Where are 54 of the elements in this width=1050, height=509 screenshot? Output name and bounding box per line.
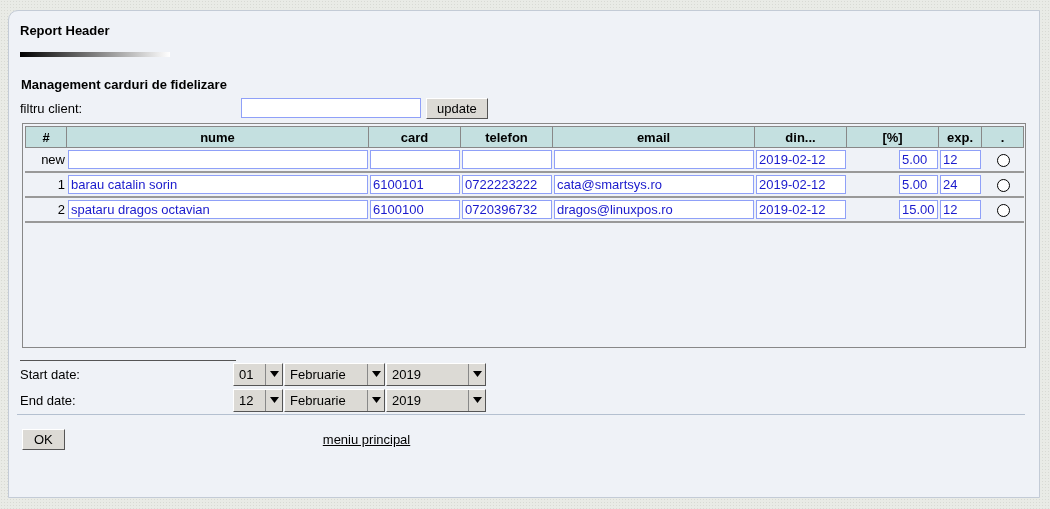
cell-input[interactable]: 12 [940, 150, 981, 169]
caret-icon [371, 397, 381, 403]
cell-input[interactable] [462, 150, 552, 169]
cell-input[interactable]: 6100100 [370, 200, 460, 219]
row-radio[interactable] [996, 179, 1010, 193]
cell-input[interactable]: 5.00 [899, 175, 938, 194]
cell-input[interactable] [554, 150, 754, 169]
section-title: Management carduri de fidelizare [21, 77, 228, 92]
cell-input[interactable]: 6100101 [370, 175, 460, 194]
cell-input[interactable]: spataru dragos octavian [68, 200, 368, 219]
column-header: card [369, 126, 461, 148]
cell-input[interactable]: 2019-02-12 [756, 150, 846, 169]
cell-input[interactable]: 0720396732 [462, 200, 552, 219]
column-header: telefon [461, 126, 553, 148]
update-button[interactable]: update [426, 97, 488, 119]
month-select[interactable]: Februarie [284, 362, 385, 386]
date-label: Start date: [20, 366, 81, 382]
column-header: [%] [847, 126, 939, 148]
caret-icon [269, 371, 279, 377]
caret-icon [371, 371, 381, 377]
caret-icon [472, 397, 482, 403]
cell-input[interactable]: 0722223222 [462, 175, 552, 194]
month-select[interactable]: Februarie [284, 388, 385, 412]
cell-input[interactable]: 15.00 [899, 200, 938, 219]
row-radio[interactable] [996, 154, 1010, 168]
row-radio[interactable] [996, 204, 1010, 218]
year-select[interactable]: 2019 [386, 388, 486, 412]
year-select[interactable]: 2019 [386, 362, 486, 386]
main-menu-link[interactable]: meniu principal [322, 432, 411, 447]
filter-label: filtru client: [20, 100, 84, 116]
column-header: exp. [939, 126, 982, 148]
cell-input[interactable]: 12 [940, 200, 981, 219]
cell-input[interactable]: 5.00 [899, 150, 938, 169]
cell-input[interactable]: dragos@linuxpos.ro [554, 200, 754, 219]
column-header: din... [755, 126, 847, 148]
report-title: Report Header [20, 23, 111, 40]
column-header: # [25, 126, 67, 148]
cell-input[interactable] [370, 150, 460, 169]
caret-icon [269, 397, 279, 403]
cell-input[interactable]: 2019-02-12 [756, 200, 846, 219]
column-header: email [553, 126, 755, 148]
cell-input[interactable] [68, 150, 368, 169]
cell-input[interactable]: cata@smartsys.ro [554, 175, 754, 194]
cell-input[interactable]: 24 [940, 175, 981, 194]
cell-input[interactable]: 2019-02-12 [756, 175, 846, 194]
day-select[interactable]: 12 [233, 388, 283, 412]
filter-input[interactable] [241, 98, 421, 118]
column-header: . [982, 126, 1024, 148]
cell-input[interactable]: barau catalin sorin [68, 175, 368, 194]
column-header: nume [67, 126, 369, 148]
ok-button[interactable]: OK [22, 429, 65, 450]
caret-icon [472, 371, 482, 377]
day-select[interactable]: 01 [233, 362, 283, 386]
date-label: End date: [20, 392, 77, 408]
